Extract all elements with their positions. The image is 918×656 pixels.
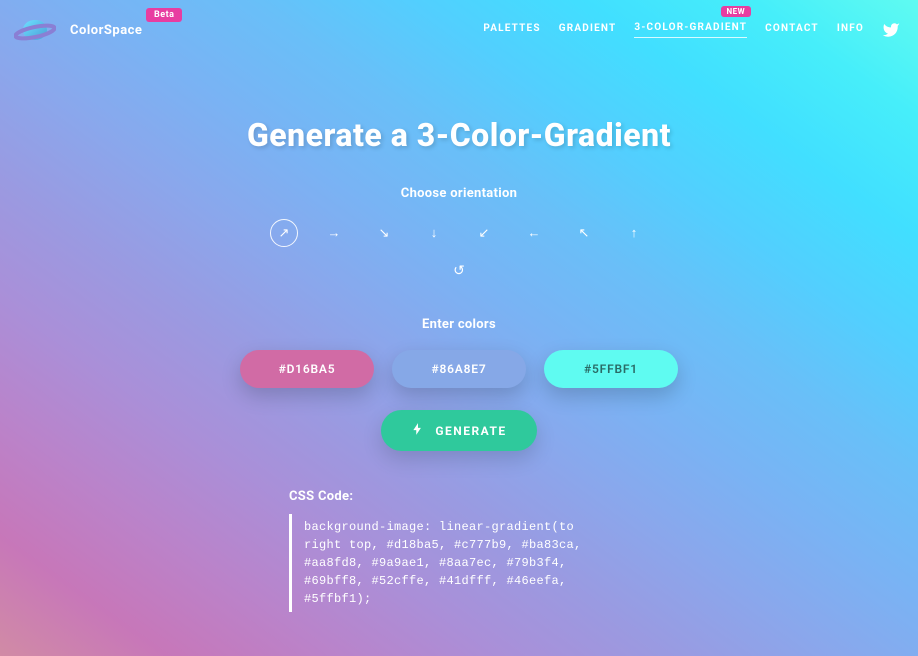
arrow-up-left-icon: ↖ [579, 226, 590, 241]
brand[interactable]: ColorSpace Beta [14, 14, 142, 46]
orientation-bottom[interactable]: ↓ [420, 219, 448, 247]
color-value: #D16BA5 [279, 362, 336, 376]
orientation-left[interactable]: ← [520, 219, 548, 247]
arrow-down-icon: ↓ [431, 225, 438, 241]
arrow-up-icon: ↑ [631, 225, 638, 241]
rocket-icon [411, 422, 425, 439]
arrow-down-left-icon: ↙ [479, 226, 490, 241]
colors-row: #D16BA5 #86A8E7 #5FFBF1 [240, 350, 678, 388]
nav-item-palettes[interactable]: PALETTES [483, 23, 540, 38]
generate-button[interactable]: GENERATE [381, 410, 536, 451]
color-value: #5FFBF1 [584, 362, 638, 376]
arrow-up-right-icon: ↗ [279, 226, 290, 241]
orientation-right-top[interactable]: ↗ [270, 219, 298, 247]
refresh-icon: ↺ [453, 263, 465, 279]
color-input-2[interactable]: #86A8E7 [392, 350, 526, 388]
reset-orientation-button[interactable]: ↺ [445, 257, 473, 285]
orientation-top[interactable]: ↑ [620, 219, 648, 247]
header: ColorSpace Beta PALETTES GRADIENT NEW 3-… [0, 0, 918, 46]
page-title: Generate a 3-Color-Gradient [247, 116, 671, 154]
css-code-output[interactable]: background-image: linear-gradient(to rig… [289, 514, 629, 612]
color-input-1[interactable]: #D16BA5 [240, 350, 374, 388]
nav-item-info[interactable]: INFO [837, 23, 864, 38]
css-code-section: CSS Code: background-image: linear-gradi… [289, 489, 629, 612]
css-code-label: CSS Code: [289, 489, 629, 504]
orientation-right-bottom[interactable]: ↘ [370, 219, 398, 247]
orientation-left-top[interactable]: ↖ [570, 219, 598, 247]
orientation-row: ↗ → ↘ ↓ ↙ ← ↖ ↑ [270, 219, 648, 247]
nav: PALETTES GRADIENT NEW 3-COLOR-GRADIENT C… [483, 21, 900, 39]
colors-label: Enter colors [422, 317, 496, 332]
arrow-left-icon: ← [528, 225, 541, 241]
color-input-3[interactable]: #5FFBF1 [544, 350, 678, 388]
generate-label: GENERATE [435, 424, 506, 438]
orientation-left-bottom[interactable]: ↙ [470, 219, 498, 247]
nav-item-3-color-gradient[interactable]: NEW 3-COLOR-GRADIENT [634, 22, 747, 38]
nav-item-label: 3-COLOR-GRADIENT [634, 22, 747, 33]
nav-item-gradient[interactable]: GRADIENT [559, 23, 617, 38]
planet-logo-icon [14, 14, 56, 46]
main: Generate a 3-Color-Gradient Choose orien… [0, 46, 918, 612]
twitter-icon[interactable] [882, 21, 900, 39]
orientation-label: Choose orientation [401, 186, 517, 201]
orientation-right[interactable]: → [320, 219, 348, 247]
beta-badge: Beta [146, 8, 182, 22]
reset-row: ↺ [445, 257, 473, 285]
arrow-right-icon: → [328, 225, 341, 241]
brand-name: ColorSpace [70, 23, 142, 38]
nav-item-contact[interactable]: CONTACT [765, 23, 819, 38]
new-badge: NEW [721, 6, 752, 17]
color-value: #86A8E7 [432, 362, 487, 376]
arrow-down-right-icon: ↘ [379, 226, 390, 241]
